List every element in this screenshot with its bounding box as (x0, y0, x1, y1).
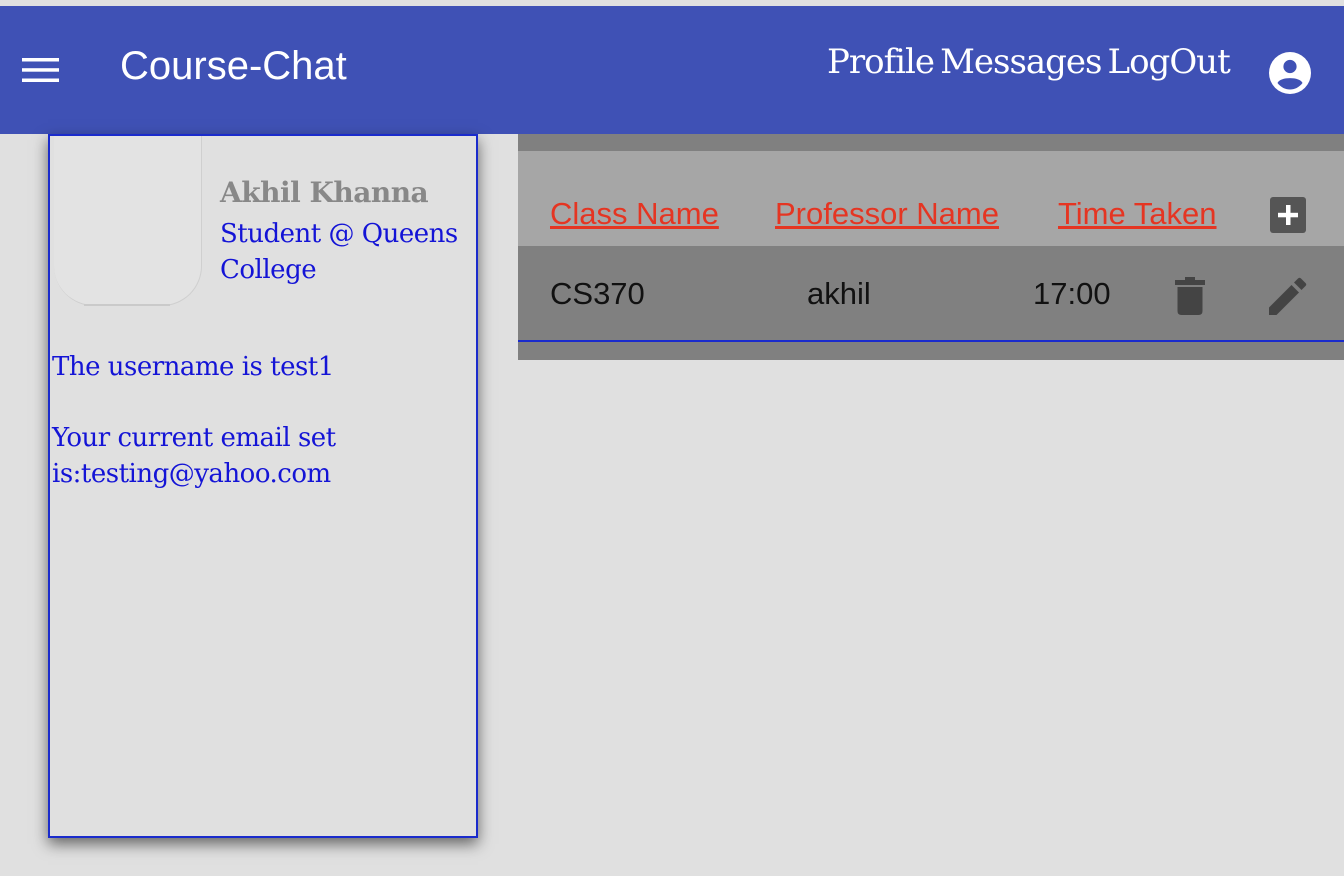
avatar (54, 136, 202, 306)
account-circle-icon[interactable] (1267, 50, 1313, 96)
nav-profile-link[interactable]: Profile (827, 42, 935, 82)
pencil-icon (1269, 277, 1307, 315)
username-text: The username is test1 (52, 352, 334, 382)
app-bar: Course-Chat Profile Messages LogOut (0, 6, 1344, 134)
delete-button[interactable] (1175, 277, 1205, 315)
nav-messages-link[interactable]: Messages (940, 42, 1102, 82)
profile-role: Student @ Queens College (220, 219, 458, 285)
nav-logout-link[interactable]: LogOut (1108, 42, 1231, 82)
profile-card: Akhil Khanna Student @ Queens College Th… (48, 134, 478, 838)
add-class-button[interactable] (1270, 197, 1306, 233)
classes-table: Class Name Professor Name Time Taken CS3… (518, 134, 1344, 360)
app-title: Course-Chat (120, 44, 347, 88)
table-row: CS370 akhil 17:00 (518, 246, 1344, 342)
cell-time: 17:00 (1033, 276, 1111, 311)
avatar-image-placeholder (84, 136, 170, 306)
table-header: Class Name Professor Name Time Taken (518, 151, 1344, 246)
cell-class-name: CS370 (550, 276, 645, 311)
header-time-taken[interactable]: Time Taken (1058, 196, 1217, 232)
menu-icon[interactable] (22, 58, 59, 82)
email-text: Your current email set is:testing@yahoo.… (52, 423, 336, 489)
profile-name: Akhil Khanna (220, 176, 429, 209)
header-class-name[interactable]: Class Name (550, 196, 719, 232)
header-professor-name[interactable]: Professor Name (775, 196, 999, 232)
cell-professor: akhil (807, 276, 871, 311)
add-icon (1278, 205, 1298, 225)
top-nav: Profile Messages LogOut (827, 42, 1236, 92)
edit-button[interactable] (1268, 276, 1308, 316)
trash-icon (1175, 277, 1205, 315)
